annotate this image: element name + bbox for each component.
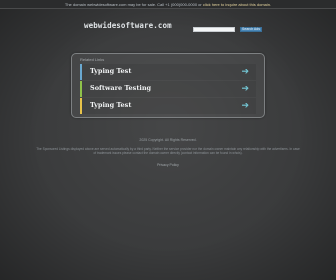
announcement-message: The domain webwidesoftware.com may be fo… — [64, 1, 202, 7]
top-announcement-bar: The domain webwidesoftware.com may be fo… — [0, 0, 336, 9]
related-link-typing-test-2[interactable]: Typing Test ➔ — [80, 98, 256, 114]
link-label: Typing Test — [90, 101, 132, 109]
disclaimer-text: The Sponsored Listings displayed above a… — [36, 147, 300, 156]
accent-bar — [80, 64, 82, 80]
search-input[interactable] — [193, 27, 235, 32]
inquire-link[interactable]: click here to inquire about this domain. — [203, 2, 271, 7]
site-logo[interactable]: webwidesoftware.com — [84, 21, 172, 30]
copyright-text: 2025 Copyright. All Rights Reserved. — [139, 138, 197, 142]
header: webwidesoftware.com — [0, 19, 336, 37]
link-label: Typing Test — [90, 67, 132, 75]
related-links-panel: Related Links Typing Test ➔ Software Tes… — [71, 53, 265, 118]
search-ads-button[interactable]: Search Ads — [240, 27, 262, 32]
arrow-right-icon: ➔ — [241, 100, 249, 110]
arrow-right-icon: ➔ — [241, 83, 249, 93]
arrow-right-icon: ➔ — [241, 66, 249, 76]
panel-title: Related Links — [80, 57, 105, 62]
related-links-list: Typing Test ➔ Software Testing ➔ Typing … — [80, 64, 256, 115]
link-label: Software Testing — [90, 84, 152, 92]
accent-bar — [80, 81, 82, 97]
announcement-text: The domain webwidesoftware.com may be fo… — [65, 2, 271, 7]
related-link-typing-test[interactable]: Typing Test ➔ — [80, 64, 256, 80]
related-link-software-testing[interactable]: Software Testing ➔ — [80, 81, 256, 97]
accent-bar — [80, 98, 82, 114]
privacy-policy-link[interactable]: Privacy Policy — [0, 163, 336, 167]
